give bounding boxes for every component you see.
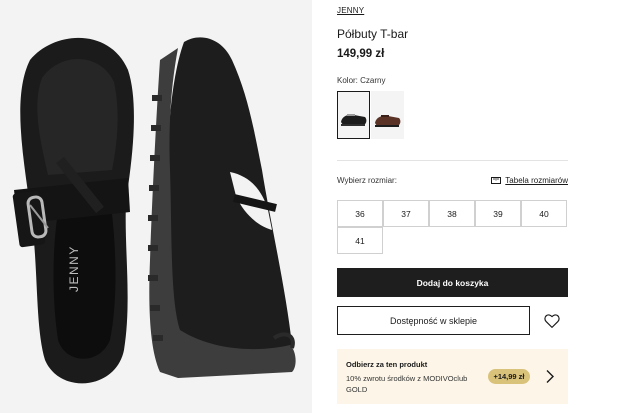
- size-option-36[interactable]: 36: [337, 200, 383, 227]
- size-option-40[interactable]: 40: [521, 200, 567, 227]
- color-swatch-black[interactable]: [337, 91, 370, 139]
- store-availability-button[interactable]: Dostępność w sklepie: [337, 306, 530, 335]
- shoe-thumbnail: [375, 115, 401, 127]
- shoe-top-view: [12, 37, 134, 384]
- promo-badge: +14,99 zł: [488, 369, 530, 384]
- size-option-41[interactable]: 41: [337, 227, 383, 254]
- size-guide-link[interactable]: Tabela rozmiarów: [491, 176, 568, 185]
- product-title: Półbuty T-bar: [337, 27, 409, 41]
- size-label: Wybierz rozmiar:: [337, 176, 397, 185]
- ruler-icon: [491, 177, 502, 184]
- size-option-39[interactable]: 39: [475, 200, 521, 227]
- product-price: 149,99 zł: [337, 48, 385, 60]
- product-image[interactable]: JENNY: [0, 0, 312, 413]
- wishlist-button[interactable]: [543, 312, 561, 330]
- image-brand-text: JENNY: [67, 245, 81, 292]
- size-option-37[interactable]: 37: [383, 200, 429, 227]
- shoe-side-view: [148, 37, 296, 378]
- color-swatch-brown[interactable]: [371, 91, 404, 139]
- size-option-38[interactable]: 38: [429, 200, 475, 227]
- product-photo: JENNY: [12, 37, 296, 384]
- chevron-right-icon[interactable]: [545, 369, 555, 384]
- size-guide-label: Tabela rozmiarów: [505, 176, 568, 185]
- heart-icon: [544, 314, 560, 328]
- promo-text: 10% zwrotu środków z MODIVOclub GOLD: [346, 374, 468, 394]
- color-label: Kolor: Czarny: [337, 76, 386, 85]
- promo-title: Odbierz za ten produkt: [346, 360, 428, 369]
- club-promo-banner[interactable]: Odbierz za ten produkt 10% zwrotu środkó…: [337, 349, 568, 404]
- shoe-thumbnail: [341, 114, 367, 126]
- brand-link[interactable]: JENNY: [337, 6, 364, 15]
- divider: [337, 160, 568, 161]
- add-to-cart-button[interactable]: Dodaj do koszyka: [337, 268, 568, 297]
